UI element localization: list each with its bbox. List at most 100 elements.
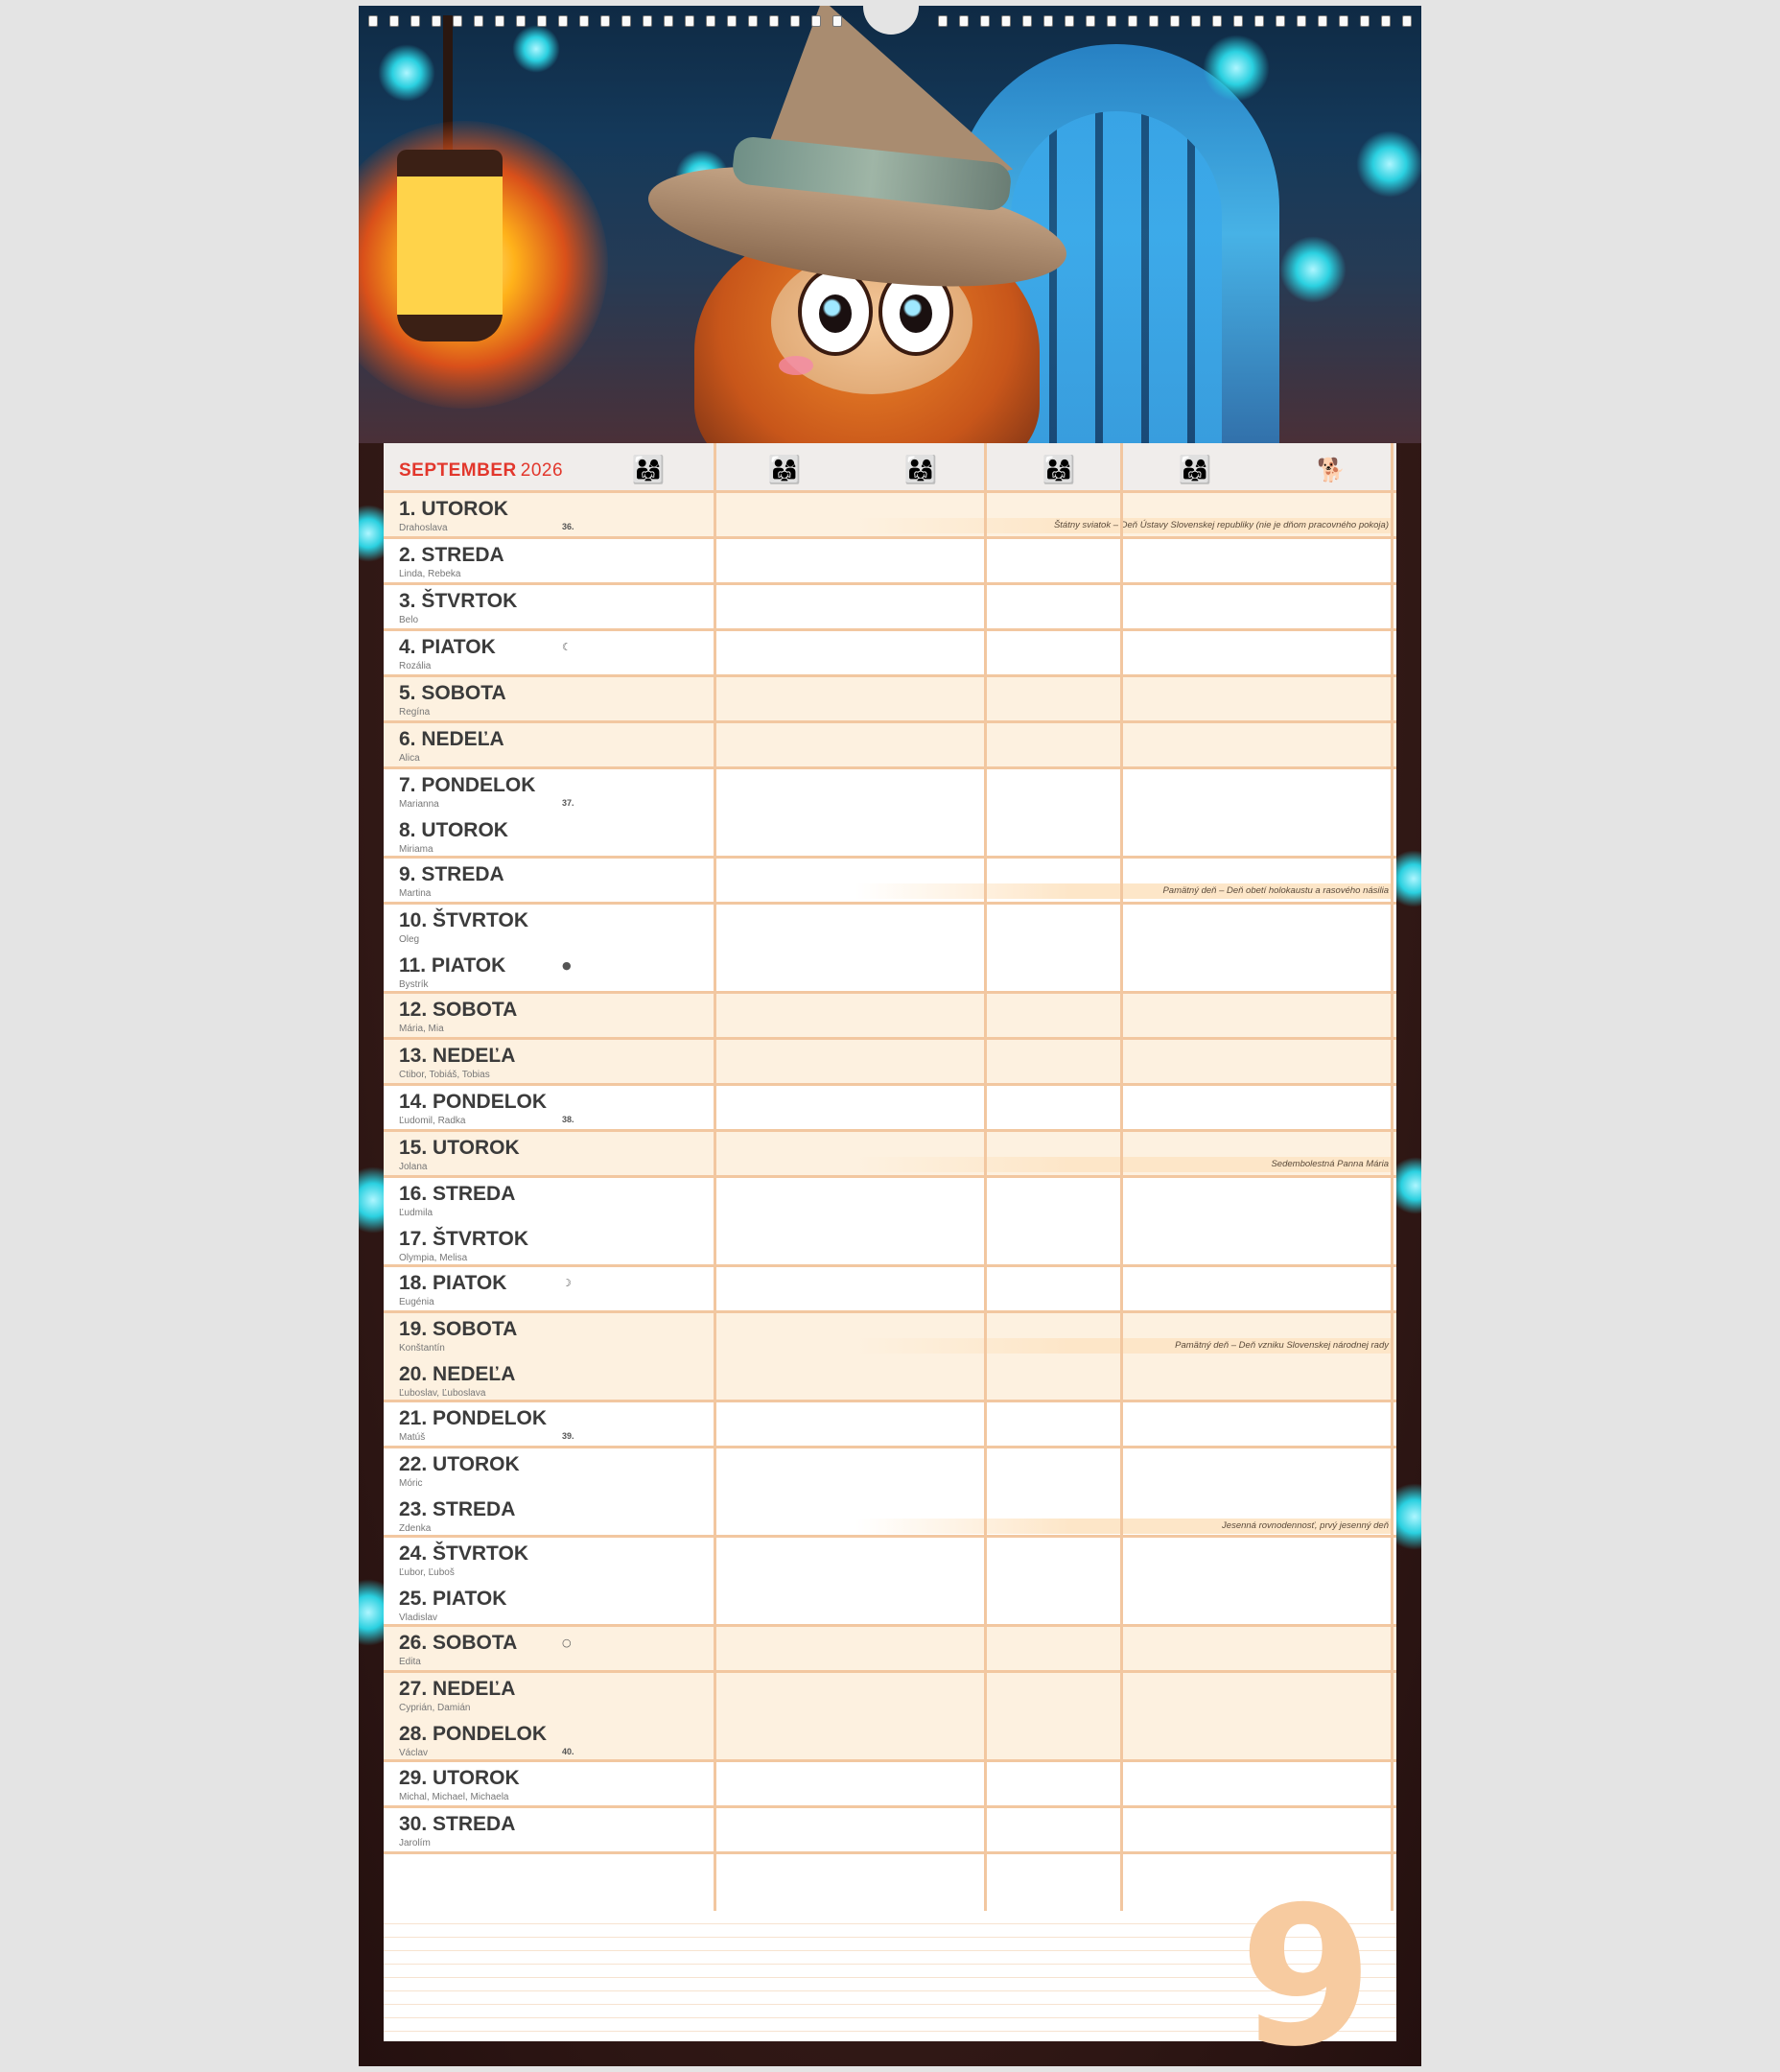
- binding-ring: [1339, 15, 1348, 27]
- binding-ring: [1149, 15, 1159, 27]
- day-cell: 9. STREDA Martina: [399, 864, 591, 900]
- binding-ring: [368, 15, 378, 27]
- name-day: Rozália: [399, 661, 432, 671]
- name-day: Jarolím: [399, 1838, 431, 1848]
- binding-ring: [1318, 15, 1327, 27]
- day-title: 25. PIATOK: [399, 1587, 507, 1610]
- day-title: 3. ŠTVRTOK: [399, 590, 518, 612]
- planner-sheet: SEPTEMBER 2026 👨‍👩‍👧 👨‍👩‍👧 👨‍👩‍👧 👨‍👩‍👧 👨‍👩‍👧 🐕…: [384, 443, 1396, 2066]
- name-day: Cyprián, Damián: [399, 1703, 471, 1713]
- binding-ring: [389, 15, 399, 27]
- name-day: Edita: [399, 1657, 421, 1667]
- day-title: 30. STREDA: [399, 1813, 516, 1835]
- binding-ring: [1128, 15, 1137, 27]
- binding-ring: [748, 15, 758, 27]
- glow-light-icon: [378, 44, 435, 102]
- binding-ring: [1001, 15, 1011, 27]
- planner-grid: SEPTEMBER 2026 👨‍👩‍👧 👨‍👩‍👧 👨‍👩‍👧 👨‍👩‍👧 👨‍👩‍👧 🐕…: [384, 443, 1396, 1911]
- day-cell: 5. SOBOTA Regína: [399, 683, 591, 718]
- name-day: Linda, Rebeka: [399, 569, 461, 579]
- moon-phase-icon: ○: [562, 1636, 572, 1649]
- moon-phase-icon: ●: [562, 958, 572, 972]
- binding-ring: [600, 15, 610, 27]
- owl-wizard-illustration: [359, 6, 1421, 443]
- binding-ring: [1065, 15, 1074, 27]
- day-cell: 23. STREDA Zdenka: [399, 1497, 591, 1535]
- day-title: 14. PONDELOK: [399, 1091, 548, 1113]
- day-cell: 30. STREDA Jarolím: [399, 1814, 591, 1849]
- day-title: 12. SOBOTA: [399, 999, 518, 1021]
- day-cell: 29. UTOROK Michal, Michael, Michaela: [399, 1768, 591, 1803]
- day-title: 13. NEDEĽA: [399, 1045, 516, 1067]
- day-cell: 19. SOBOTA Konštantín: [399, 1319, 591, 1354]
- binding-ring: [1402, 15, 1412, 27]
- day-title: 1. UTOROK: [399, 498, 508, 520]
- binding-ring: [410, 15, 420, 27]
- name-day: Martina: [399, 888, 432, 899]
- binding-ring: [516, 15, 526, 27]
- binding-ring: [1043, 15, 1053, 27]
- day-title: 23. STREDA: [399, 1497, 516, 1520]
- holiday-note: Štátny sviatok – Deň Ústavy Slovenskej r…: [1053, 520, 1389, 530]
- day-cell: 15. UTOROK Jolana: [399, 1138, 591, 1173]
- day-title: 24. ŠTVRTOK: [399, 1542, 528, 1565]
- week-number: 38.: [562, 1115, 574, 1124]
- name-day: Mária, Mia: [399, 1024, 444, 1034]
- binding-ring: [579, 15, 589, 27]
- holiday-note: Jesenná rovnodennosť, prvý jesenný deň: [1222, 1519, 1389, 1531]
- binding-ring: [643, 15, 652, 27]
- binding-ring: [938, 15, 948, 27]
- week-number: 37.: [562, 798, 574, 808]
- binding-ring: [1107, 15, 1116, 27]
- binding-ring: [1276, 15, 1285, 27]
- binding-ring: [1086, 15, 1095, 27]
- planner-header: SEPTEMBER 2026 👨‍👩‍👧 👨‍👩‍👧 👨‍👩‍👧 👨‍👩‍👧 👨‍👩‍👧 🐕…: [384, 443, 1396, 522]
- family-icon: 👨‍👩‍👧: [767, 454, 802, 485]
- day-cell: 24. ŠTVRTOK Ľubor, Ľuboš: [399, 1543, 591, 1579]
- day-cell: 17. ŠTVRTOK Olympia, Melisa: [399, 1228, 591, 1264]
- day-cell: 12. SOBOTA Mária, Mia: [399, 1000, 591, 1035]
- holiday-note: Pamätný deň – Deň vzniku Slovenskej náro…: [1175, 1340, 1389, 1351]
- name-day: Zdenka: [399, 1522, 432, 1534]
- name-day: Belo: [399, 615, 419, 625]
- name-day: Regína: [399, 707, 431, 718]
- name-day: Ľuboslav, Ľuboslava: [399, 1387, 486, 1399]
- binding-ring: [811, 15, 821, 27]
- binding-ring: [790, 15, 800, 27]
- name-day: Alica: [399, 753, 420, 764]
- day-cell: 6. NEDEĽA Alica: [399, 729, 591, 765]
- day-title: 6. NEDEĽA: [399, 728, 504, 750]
- binding-ring: [1360, 15, 1370, 27]
- moon-phase-icon: ☽: [562, 1277, 572, 1289]
- week-number: 36.: [562, 522, 574, 531]
- binding-ring: [1022, 15, 1032, 27]
- column-divider: [984, 443, 987, 1911]
- day-title: 16. STREDA: [399, 1183, 516, 1205]
- name-day: Konštantín: [399, 1343, 445, 1354]
- family-icon: 👨‍👩‍👧: [631, 454, 666, 485]
- binding-ring: [664, 15, 673, 27]
- name-day: Vladislav: [399, 1612, 438, 1623]
- name-day: Ľubor, Ľuboš: [399, 1567, 455, 1578]
- day-title: 7. PONDELOK: [399, 774, 536, 796]
- gothic-window-panes: [1011, 111, 1222, 443]
- glow-light-icon: [512, 25, 560, 73]
- family-icon: 👨‍👩‍👧: [903, 454, 938, 485]
- day-title: 15. UTOROK: [399, 1137, 520, 1159]
- name-day: Eugénia: [399, 1297, 434, 1307]
- week-number: 40.: [562, 1746, 574, 1756]
- binding-ring: [1233, 15, 1243, 27]
- name-day: Jolana: [399, 1162, 428, 1172]
- month-title: SEPTEMBER 2026: [399, 460, 563, 482]
- binding-ring: [1191, 15, 1201, 27]
- day-title: 29. UTOROK: [399, 1767, 520, 1789]
- family-icon: 👨‍👩‍👧: [1042, 454, 1076, 485]
- owl-eye: [798, 268, 873, 356]
- day-title: 5. SOBOTA: [399, 682, 506, 704]
- day-cell: 25. PIATOK Vladislav: [399, 1587, 591, 1624]
- week-number: 39.: [562, 1431, 574, 1441]
- binding-ring: [432, 15, 441, 27]
- name-day: Ctibor, Tobiáš, Tobias: [399, 1070, 490, 1080]
- day-cell: 13. NEDEĽA Ctibor, Tobiáš, Tobias: [399, 1046, 591, 1081]
- month-year: 2026: [520, 460, 564, 481]
